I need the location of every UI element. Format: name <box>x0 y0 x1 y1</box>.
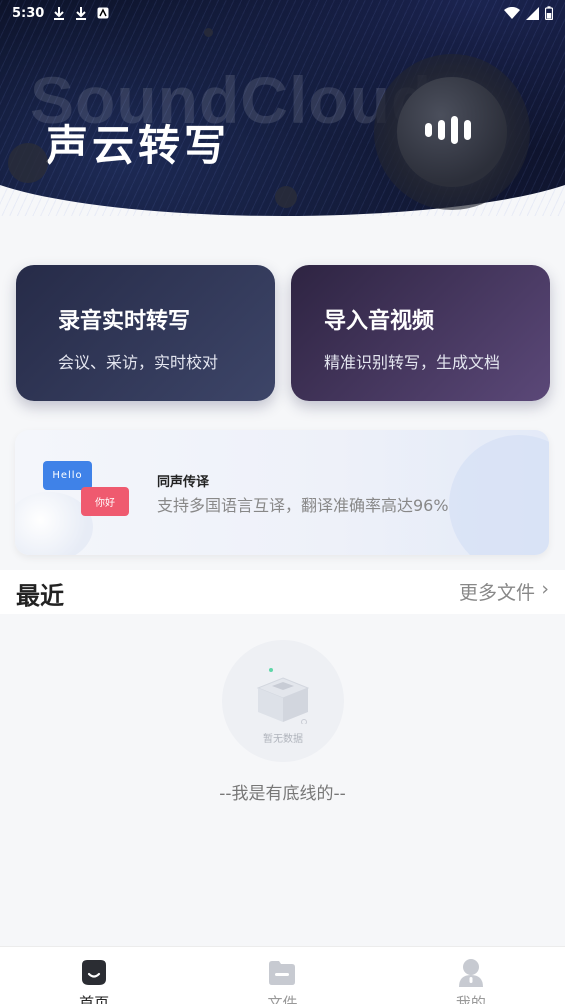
home-icon <box>82 960 107 985</box>
voice-bars-icon <box>425 116 471 144</box>
sound-wave-graphic <box>45 62 245 116</box>
download-icon <box>76 7 87 20</box>
empty-box-icon <box>256 668 310 724</box>
simultaneous-translation-banner[interactable]: Hello 你好 同声传译 支持多国语言互译，翻译准确率高达96% <box>15 430 549 555</box>
recent-title: 最近 <box>16 582 64 610</box>
decor-circle <box>449 435 549 555</box>
chevron-right-icon[interactable]: › <box>541 578 549 600</box>
nav-item-profile[interactable]: 我的 <box>377 947 565 1004</box>
end-of-list-text: --我是有底线的-- <box>219 784 346 804</box>
app-title: 声云转写 <box>46 121 231 170</box>
wifi-icon <box>504 6 520 19</box>
hero-banner: SoundCloud 声云转写 <box>0 0 565 218</box>
nav-label: 我的 <box>455 994 486 1004</box>
status-bar: 5:30 <box>0 0 565 26</box>
nihao-bubble-icon: 你好 <box>81 487 129 516</box>
download-icon <box>54 7 65 20</box>
card-title: 导入音视频 <box>324 309 435 334</box>
decor-dot <box>8 143 48 183</box>
import-media-card[interactable]: 导入音视频 精准识别转写，生成文档 <box>291 265 550 401</box>
decor-dot <box>275 186 297 208</box>
recent-section-header: 最近 更多文件 › <box>0 570 565 614</box>
app-notification-icon <box>97 7 109 19</box>
battery-icon <box>545 6 553 20</box>
record-transcribe-card[interactable]: 录音实时转写 会议、采访，实时校对 <box>16 265 275 401</box>
translation-title: 同声传译 <box>157 475 210 490</box>
nav-label: 首页 <box>79 994 110 1004</box>
signal-icon <box>526 6 539 20</box>
more-files-link[interactable]: 更多文件 <box>459 578 535 605</box>
bottom-navigation: 首页 文件 我的 <box>0 946 565 1004</box>
empty-state-label: 暂无数据 <box>263 734 303 745</box>
hello-bubble-icon: Hello <box>43 461 92 490</box>
folder-icon <box>269 961 296 985</box>
nav-label: 文件 <box>267 994 298 1004</box>
decor-dot <box>204 28 213 37</box>
nav-item-home[interactable]: 首页 <box>0 947 188 1004</box>
nav-item-files[interactable]: 文件 <box>188 947 376 1004</box>
card-subtitle: 会议、采访，实时校对 <box>58 353 219 372</box>
user-icon <box>458 959 483 987</box>
card-title: 录音实时转写 <box>58 309 191 334</box>
card-subtitle: 精准识别转写，生成文档 <box>324 353 501 372</box>
status-time: 5:30 <box>12 5 45 21</box>
translation-subtitle: 支持多国语言互译，翻译准确率高达96% <box>157 496 449 515</box>
